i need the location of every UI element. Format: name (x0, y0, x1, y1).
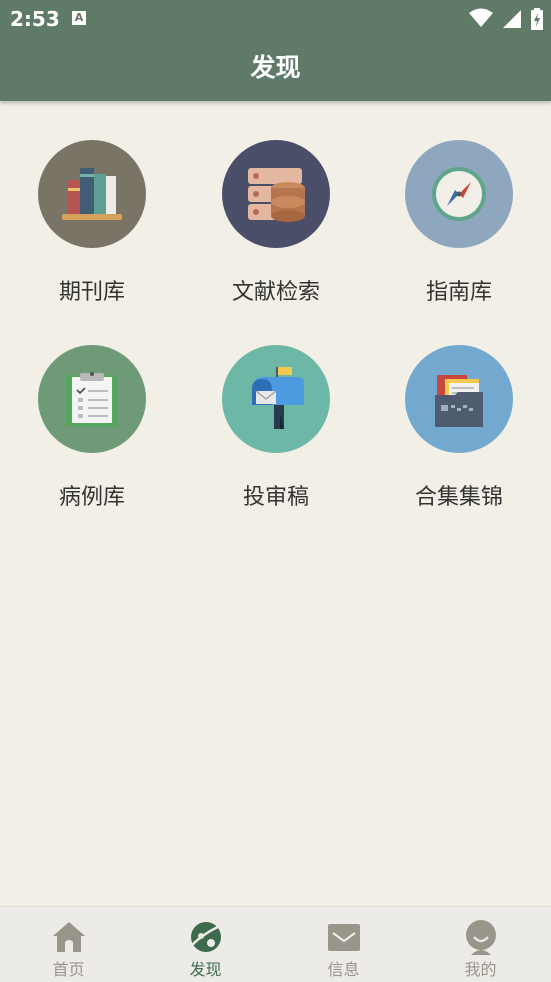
bottom-tab-bar: 首页 发现 信息 我的 (0, 906, 551, 982)
status-bar: 2:53 A (0, 0, 551, 38)
mailbox-icon (222, 345, 330, 453)
signal-icon (502, 10, 521, 28)
tab-label: 信息 (327, 960, 360, 979)
tile-collections[interactable]: 合集集锦 (389, 345, 529, 515)
tab-label: 发现 (189, 960, 222, 979)
tile-label: 指南库 (425, 280, 492, 305)
tile-guideline-library[interactable]: 指南库 (389, 140, 529, 310)
planet-icon (190, 922, 223, 952)
tile-label: 期刊库 (58, 280, 125, 305)
app-header: 2:53 A 发现 (0, 0, 551, 101)
journal-library-icon (38, 140, 146, 248)
tile-label: 病例库 (58, 485, 125, 510)
page-title: 发现 (250, 53, 301, 82)
clipboard-icon (38, 345, 146, 453)
tile-journal-library[interactable]: 期刊库 (22, 140, 162, 310)
tab-label: 我的 (464, 960, 497, 979)
tab-profile[interactable]: 我的 (412, 907, 549, 982)
profile-icon (465, 920, 496, 955)
tile-label: 投审稿 (242, 485, 309, 510)
notification-a-icon: A (72, 11, 86, 25)
tile-label: 文献检索 (231, 280, 320, 305)
home-icon (52, 922, 85, 952)
literature-search-icon (222, 140, 330, 248)
wifi-icon (468, 8, 493, 27)
tile-manuscript-submission[interactable]: 投审稿 (206, 345, 346, 515)
folder-icon (405, 345, 513, 453)
status-icons (464, 8, 543, 30)
mail-icon (327, 924, 360, 951)
tab-label: 首页 (52, 960, 85, 979)
tab-messages[interactable]: 信息 (275, 907, 412, 982)
tile-case-library[interactable]: 病例库 (22, 345, 162, 515)
tab-home[interactable]: 首页 (0, 907, 137, 982)
tab-discover[interactable]: 发现 (137, 907, 274, 982)
status-time: 2:53 (10, 7, 60, 31)
tile-label: 合集集锦 (414, 485, 503, 510)
compass-icon (405, 140, 513, 248)
battery-icon (531, 8, 543, 30)
tile-literature-search[interactable]: 文献检索 (206, 140, 346, 310)
